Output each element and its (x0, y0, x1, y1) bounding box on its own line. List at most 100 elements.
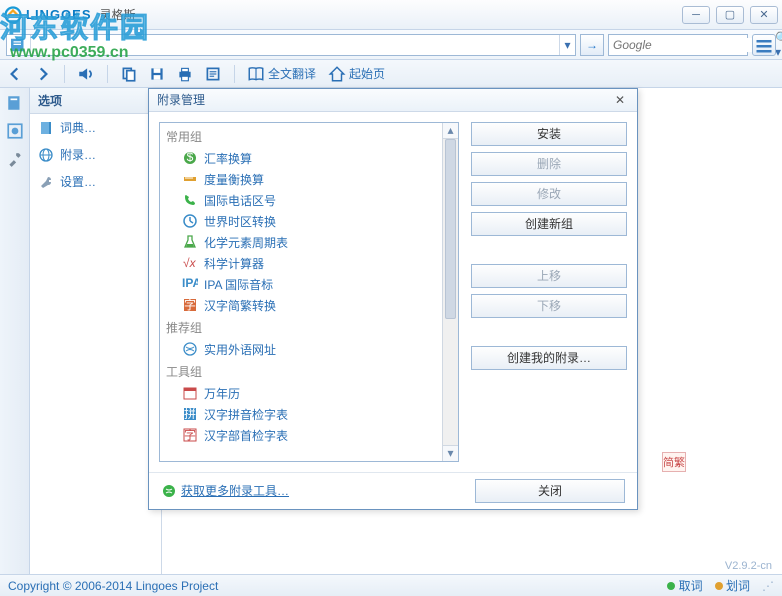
search-bar: ▾ → 🔍▾ (0, 30, 782, 60)
clock-icon (182, 213, 198, 229)
group-header: 推荐组 (160, 316, 442, 339)
go-button[interactable]: → (580, 34, 604, 56)
rail-tools-icon[interactable] (6, 150, 24, 168)
install-button[interactable]: 安装 (471, 122, 627, 146)
lookup-history-dropdown[interactable]: ▾ (559, 35, 575, 55)
home-icon (328, 65, 346, 83)
dialog-body: 常用组 $汇率换算 度量衡换算 国际电话区号 世界时区转换 化学元素周期表 √x… (149, 112, 637, 472)
print-button[interactable] (176, 65, 194, 83)
window-buttons: ─ ▢ ✕ (682, 6, 778, 24)
calendar-icon (182, 385, 198, 401)
list-item[interactable]: 实用外语网址 (160, 339, 442, 360)
scrollbar[interactable]: ▴ ▾ (442, 123, 458, 461)
appendix-manager-dialog: 附录管理 ✕ 常用组 $汇率换算 度量衡换算 国际电话区号 世界时区转换 化学元… (148, 88, 638, 510)
more-tools-link[interactable]: 获取更多附录工具… (161, 482, 289, 499)
scroll-up-icon[interactable]: ▴ (443, 123, 458, 139)
list-item[interactable]: 字汉字部首检字表 (160, 425, 442, 446)
delete-button[interactable]: 删除 (471, 152, 627, 176)
modify-button[interactable]: 修改 (471, 182, 627, 206)
dialog-footer: 获取更多附录工具… 关闭 (149, 472, 637, 509)
logo-area: LINGOES 灵格斯 (4, 6, 136, 24)
resize-grip-icon[interactable]: ⋰ (762, 579, 774, 593)
dict-dropdown-icon[interactable] (7, 35, 31, 55)
status-bar: Copyright © 2006-2014 Lingoes Project 取词… (0, 574, 782, 596)
sidebar-item-label: 附录… (60, 146, 96, 163)
pick-word-toggle[interactable]: 取词 (667, 577, 702, 594)
list-item[interactable]: 度量衡换算 (160, 169, 442, 190)
home-label: 起始页 (349, 65, 385, 82)
save-button[interactable] (148, 65, 166, 83)
dialog-close-icon[interactable]: ✕ (611, 91, 629, 109)
list-item[interactable]: 国际电话区号 (160, 190, 442, 211)
list-item[interactable]: 万年历 (160, 383, 442, 404)
new-group-button[interactable]: 创建新组 (471, 212, 627, 236)
sidebar-item-settings[interactable]: 设置… (30, 168, 161, 195)
ipa-icon: IPA (182, 276, 198, 292)
titlebar: LINGOES 灵格斯 ─ ▢ ✕ (0, 0, 782, 30)
stroke-word-toggle[interactable]: 划词 (715, 577, 750, 594)
web-search-input[interactable] (609, 38, 774, 52)
app-logo-icon (4, 6, 22, 24)
dialog-titlebar[interactable]: 附录管理 ✕ (149, 89, 637, 112)
list-item[interactable]: 拼汉字拼音检字表 (160, 404, 442, 425)
hanzi-icon: 字 (182, 297, 198, 313)
close-button[interactable]: 关闭 (475, 479, 625, 503)
radical-icon: 字 (182, 427, 198, 443)
main-menu-button[interactable] (752, 34, 776, 56)
brand-text-cn: 灵格斯 (100, 6, 136, 23)
fulltext-translate-link[interactable]: 全文翻译 (247, 65, 316, 83)
svg-text:字: 字 (184, 427, 196, 442)
list-item[interactable]: 世界时区转换 (160, 211, 442, 232)
sidebar-title: 选项 (30, 88, 161, 114)
globe-icon (161, 483, 177, 499)
sidebar-item-label: 设置… (60, 173, 96, 190)
sidebar-item-appendix[interactable]: 附录… (30, 141, 161, 168)
home-link[interactable]: 起始页 (328, 65, 385, 83)
sidebar-item-dict[interactable]: 词典… (30, 114, 161, 141)
globe-icon (38, 147, 54, 163)
copy-button[interactable] (120, 65, 138, 83)
book-icon (247, 65, 265, 83)
list-item[interactable]: IPAIPA 国际音标 (160, 274, 442, 295)
back-button[interactable] (6, 65, 24, 83)
brand-text-en: LINGOES (26, 7, 92, 22)
close-window-button[interactable]: ✕ (750, 6, 778, 24)
speak-button[interactable] (77, 65, 95, 83)
maximize-button[interactable]: ▢ (716, 6, 744, 24)
appendix-list-viewport[interactable]: 常用组 $汇率换算 度量衡换算 国际电话区号 世界时区转换 化学元素周期表 √x… (160, 123, 442, 461)
move-up-button[interactable]: 上移 (471, 264, 627, 288)
globe-icon (182, 341, 198, 357)
separator (234, 65, 235, 83)
create-my-appendix-button[interactable]: 创建我的附录… (471, 346, 627, 370)
rail-dict-icon[interactable] (6, 94, 24, 112)
list-item[interactable]: √x科学计算器 (160, 253, 442, 274)
group-header: 常用组 (160, 125, 442, 148)
list-item[interactable]: 化学元素周期表 (160, 232, 442, 253)
list-item[interactable]: 字汉字简繁转换 (160, 295, 442, 316)
dialog-title: 附录管理 (157, 91, 205, 108)
separator (64, 65, 65, 83)
rail-appendix-icon[interactable] (6, 122, 24, 140)
read-button[interactable] (204, 65, 222, 83)
web-search-box[interactable]: 🔍▾ (608, 34, 748, 56)
scroll-down-icon[interactable]: ▾ (443, 445, 458, 461)
lookup-combo[interactable]: ▾ (6, 34, 576, 56)
left-rail (0, 88, 30, 574)
phone-icon (182, 192, 198, 208)
calc-icon: √x (182, 255, 198, 271)
dict-icon (38, 120, 54, 136)
ruler-icon (182, 171, 198, 187)
forward-button[interactable] (34, 65, 52, 83)
svg-text:√x: √x (183, 256, 197, 270)
minimize-button[interactable]: ─ (682, 6, 710, 24)
simp-trad-badge[interactable]: 简繁 (662, 452, 686, 472)
lookup-input[interactable] (31, 36, 559, 54)
scroll-thumb[interactable] (445, 139, 456, 319)
money-icon: $ (182, 150, 198, 166)
flask-icon (182, 234, 198, 250)
separator (107, 65, 108, 83)
copyright-text: Copyright © 2006-2014 Lingoes Project (8, 579, 218, 593)
svg-text:字: 字 (184, 297, 196, 312)
list-item[interactable]: $汇率换算 (160, 148, 442, 169)
move-down-button[interactable]: 下移 (471, 294, 627, 318)
